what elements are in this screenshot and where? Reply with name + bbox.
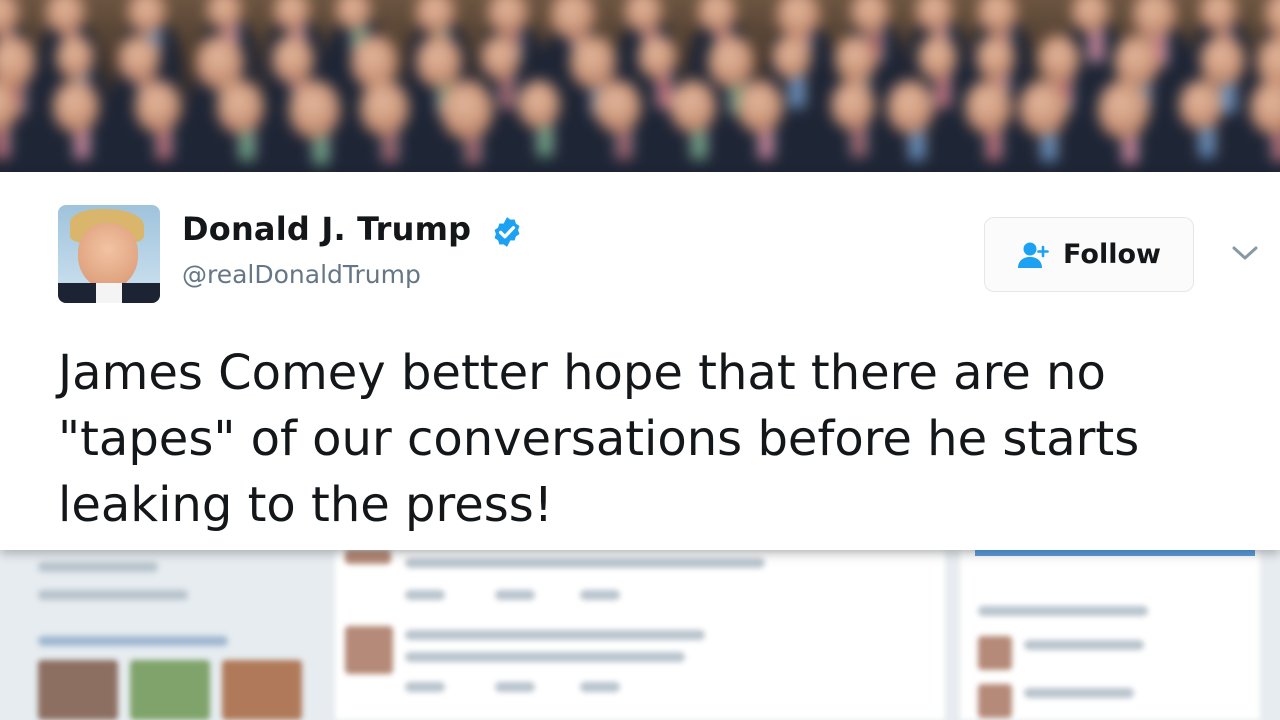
tweet-text: James Comey better hope that there are n… [58, 345, 1140, 533]
crowd-face [917, 35, 958, 81]
tweet-avatar [345, 550, 391, 564]
crowd-face [134, 80, 181, 134]
blurred-timeline [0, 550, 1280, 720]
media-thumbnail [222, 660, 302, 720]
sidebar-line [38, 562, 158, 572]
follow-button[interactable]: Follow [984, 217, 1194, 292]
crowd-face [271, 35, 315, 84]
crowd-face [1037, 35, 1080, 84]
crowd-face [976, 35, 1016, 80]
avatar-face [78, 223, 138, 289]
crowd-face [638, 35, 677, 80]
timeline-line [580, 590, 620, 600]
crowd-face [55, 35, 95, 79]
chevron-down-icon[interactable] [1228, 238, 1262, 268]
user-handle[interactable]: @realDonaldTrump [182, 260, 421, 289]
timeline-line [495, 682, 535, 692]
crowd-face [1098, 80, 1150, 139]
crowd-face [964, 80, 1012, 135]
suggested-avatar [978, 636, 1012, 670]
timeline-line [405, 630, 705, 640]
profile-page-background [0, 550, 1280, 720]
timeline-line [405, 682, 445, 692]
crowd-face [835, 35, 877, 83]
add-person-icon [1018, 242, 1049, 268]
header-photo [0, 0, 1280, 172]
timeline-line [580, 682, 620, 692]
crowd-face [831, 80, 875, 131]
avatar-collar [96, 283, 122, 303]
sidebar-line [38, 636, 228, 646]
follow-button-label: Follow [1063, 239, 1161, 270]
crowd-face [441, 80, 494, 140]
crowd-face [1178, 80, 1223, 131]
profile-avatar[interactable] [58, 205, 160, 303]
crowd-face [217, 80, 265, 135]
sidebar-line [38, 590, 188, 600]
crowd-face [772, 35, 811, 80]
media-thumbnail [130, 660, 210, 720]
timeline-line [405, 558, 765, 568]
crowd-face [52, 80, 99, 133]
timeline-column [335, 550, 945, 720]
crowd-face [118, 35, 161, 84]
timeline-line [405, 590, 445, 600]
crowd-face [595, 80, 641, 133]
crowd-photo [0, 0, 1280, 172]
crowd-face [1200, 35, 1245, 87]
timeline-line [405, 652, 685, 662]
tweet-avatar [345, 626, 393, 674]
verified-badge-icon [494, 217, 520, 247]
media-thumbnail [38, 660, 118, 720]
suggested-avatar [978, 684, 1012, 718]
profile-sidebar [20, 550, 320, 720]
crowd-face [359, 80, 409, 137]
crowd-face [415, 35, 462, 88]
timeline-line [495, 590, 535, 600]
display-name[interactable]: Donald J. Trump [182, 210, 471, 248]
crowd-face [1019, 80, 1068, 136]
who-to-follow-column [960, 550, 1260, 720]
widget-line [1024, 640, 1144, 650]
widget-accent-bar [975, 550, 1255, 556]
widget-line [1024, 688, 1134, 698]
crowd-face [737, 80, 783, 133]
crowd-face [669, 80, 717, 134]
widget-line [978, 606, 1148, 616]
